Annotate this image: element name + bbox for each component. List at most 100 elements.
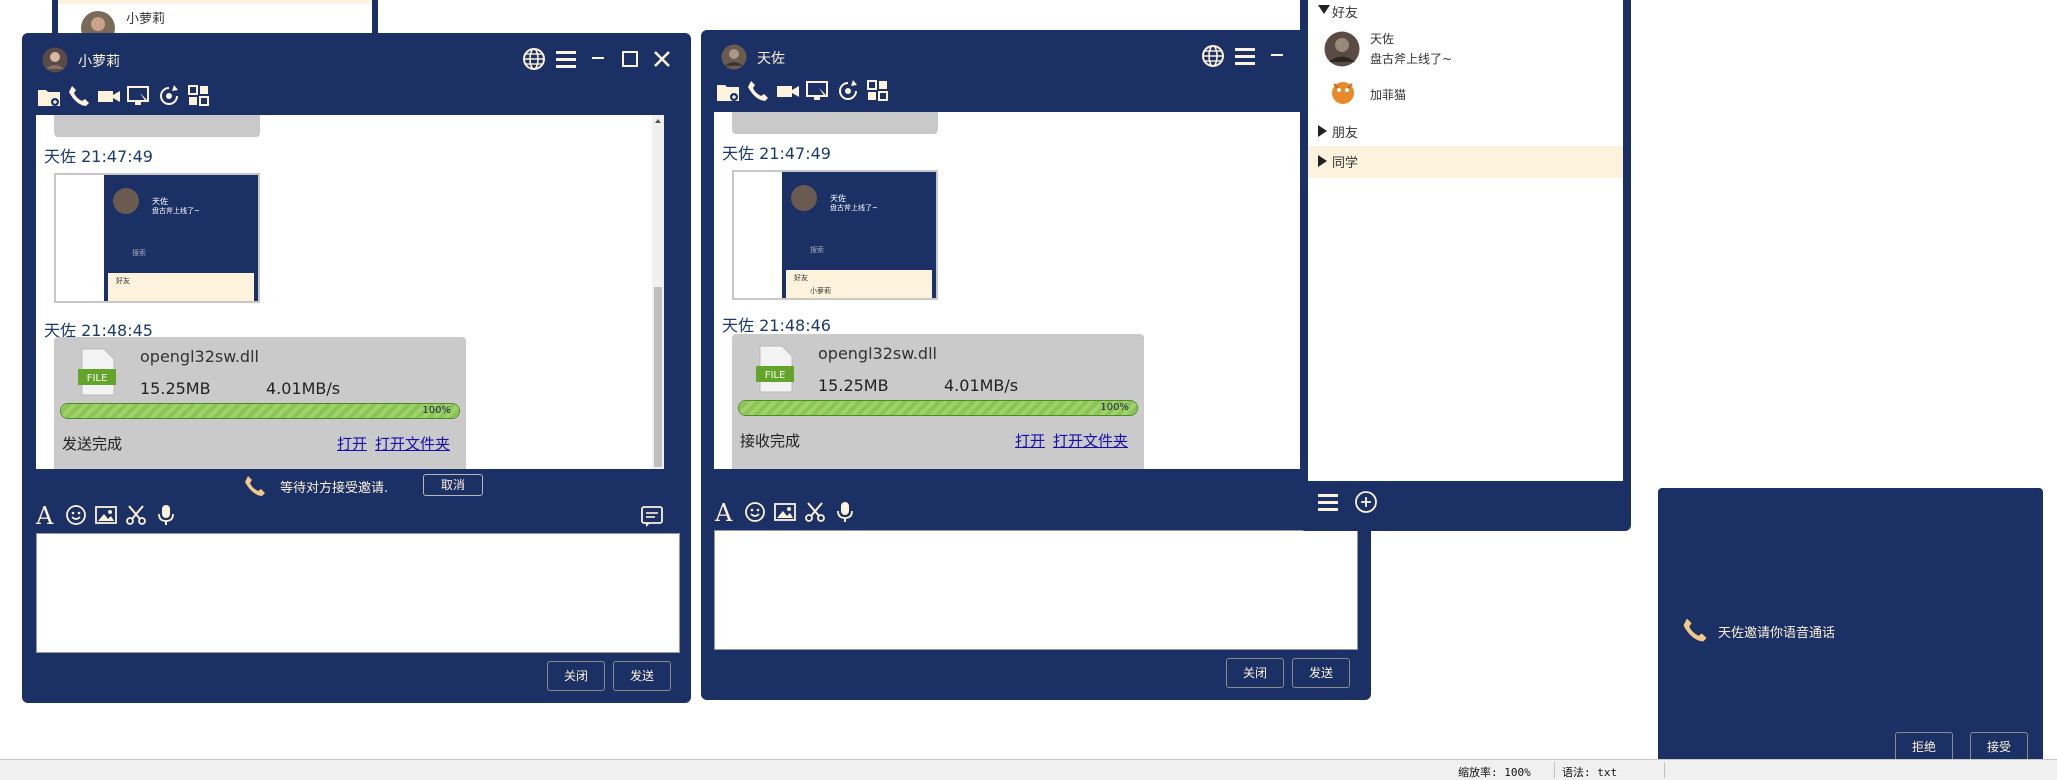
scissors-icon[interactable]	[124, 503, 148, 527]
message-history-icon[interactable]	[640, 505, 664, 529]
emoji-icon[interactable]	[743, 500, 767, 524]
screen-share-icon[interactable]	[805, 78, 831, 104]
font-icon[interactable]: A	[713, 499, 737, 527]
title-bar[interactable]: 天佐	[701, 30, 1371, 82]
apps-icon[interactable]	[186, 83, 212, 109]
friend-signature: 盘古斧上线了~	[1370, 52, 1453, 66]
accept-button[interactable]: 接受	[1970, 732, 2028, 762]
image-icon[interactable]	[94, 503, 118, 527]
file-size: 15.25MB	[140, 379, 211, 398]
message-area: 天佐 21:47:49 天佐 盘古斧上线了~ 搜索 好友 天佐 21:48:45…	[36, 115, 664, 469]
remote-icon[interactable]	[835, 78, 861, 104]
previous-image	[54, 115, 260, 137]
thumb-name: 天佐	[152, 197, 168, 206]
file-name: opengl32sw.dll	[818, 344, 937, 363]
send-button[interactable]: 发送	[1292, 658, 1350, 688]
add-icon[interactable]	[1354, 490, 1378, 514]
video-icon[interactable]	[96, 83, 122, 109]
video-icon[interactable]	[775, 78, 801, 104]
friend-item[interactable]: 加菲猫	[1308, 76, 1623, 112]
message-input[interactable]	[36, 533, 680, 653]
scroll-up-icon[interactable]	[654, 117, 662, 125]
screenshot-thumbnail[interactable]: 天佐 盘古斧上线了~ 搜索 好友 小萝莉	[732, 170, 938, 300]
window-title: 小萝莉	[78, 54, 120, 70]
folder-icon[interactable]	[36, 83, 62, 109]
microphone-icon[interactable]	[154, 503, 178, 527]
scrollbar[interactable]	[652, 115, 664, 469]
group-name: 同学	[1332, 156, 1359, 171]
remote-icon[interactable]	[156, 83, 182, 109]
globe-icon[interactable]	[1201, 44, 1225, 68]
message-input[interactable]	[714, 530, 1358, 650]
thumb-contact: 小萝莉	[810, 287, 831, 295]
emoji-icon[interactable]	[64, 503, 88, 527]
avatar	[1332, 82, 1354, 104]
minimize-icon[interactable]	[586, 47, 610, 71]
close-icon[interactable]	[650, 47, 674, 71]
folder-icon[interactable]	[715, 78, 741, 104]
group-classmates[interactable]: 同学	[1308, 146, 1623, 178]
avatar	[791, 185, 817, 211]
file-speed: 4.01MB/s	[944, 376, 1019, 395]
phone-icon	[1683, 618, 1707, 642]
open-file-link[interactable]: 打开	[337, 433, 367, 454]
microphone-icon[interactable]	[833, 500, 857, 524]
menu-icon[interactable]	[1316, 490, 1340, 514]
group-name: 朋友	[1332, 126, 1359, 141]
chat-window-right: 天佐 天佐 21:47:49 天佐 盘古斧上线了~ 搜索 好友 小萝莉 天佐 2…	[701, 30, 1371, 700]
close-button[interactable]: 关闭	[1226, 658, 1284, 688]
open-file-link[interactable]: 打开	[1015, 430, 1045, 451]
reject-button[interactable]: 拒绝	[1895, 732, 1953, 762]
chat-window-left: 小萝莉 天佐 21:47:49 天佐 盘古斧上线了~ 搜索 好友 天佐 21:4…	[22, 33, 691, 703]
svg-text:A: A	[35, 503, 54, 527]
phone-icon[interactable]	[745, 78, 771, 104]
progress-fill	[739, 401, 1137, 415]
thumb-group: 好友	[116, 277, 130, 285]
open-folder-link[interactable]: 打开文件夹	[375, 433, 450, 454]
friend-name: 加菲猫	[1370, 88, 1407, 102]
group-friends[interactable]: 好友	[1308, 0, 1623, 26]
screen-share-icon[interactable]	[126, 83, 152, 109]
message-area: 天佐 21:47:49 天佐 盘古斧上线了~ 搜索 好友 小萝莉 天佐 21:4…	[714, 112, 1314, 469]
group-buddies[interactable]: 朋友	[1308, 116, 1623, 146]
apps-icon[interactable]	[865, 78, 891, 104]
minimize-icon[interactable]	[1265, 44, 1289, 68]
image-icon[interactable]	[773, 500, 797, 524]
send-button[interactable]: 发送	[613, 661, 671, 691]
avatar	[721, 44, 747, 70]
globe-icon[interactable]	[522, 47, 546, 71]
menu-icon[interactable]	[1233, 44, 1257, 68]
file-transfer-card: FILE opengl32sw.dll 15.25MB 4.01MB/s 100…	[732, 334, 1144, 469]
scroll-thumb[interactable]	[654, 287, 662, 467]
avatar	[1324, 31, 1360, 67]
maximize-icon[interactable]	[618, 47, 642, 71]
friend-item[interactable]: 天佐 盘古斧上线了~	[1308, 26, 1623, 72]
file-badge: FILE	[87, 373, 108, 384]
thumb-group: 好友	[794, 274, 808, 282]
progress-label: 100%	[422, 405, 451, 416]
screenshot-thumbnail[interactable]: 天佐 盘古斧上线了~ 搜索 好友	[54, 173, 260, 303]
cancel-call-button[interactable]: 取消	[423, 474, 483, 496]
call-status-text: 等待对方接受邀请.	[280, 481, 389, 496]
close-button[interactable]: 关闭	[547, 661, 605, 691]
phone-icon[interactable]	[66, 83, 92, 109]
font-icon[interactable]: A	[34, 502, 58, 530]
transfer-status: 发送完成	[62, 435, 123, 453]
file-transfer-card: FILE opengl32sw.dll 15.25MB 4.01MB/s 100…	[54, 337, 466, 469]
file-badge: FILE	[765, 370, 786, 381]
progress-fill	[61, 404, 459, 418]
menu-icon[interactable]	[554, 47, 578, 71]
open-folder-link[interactable]: 打开文件夹	[1053, 430, 1128, 451]
syntax-mode: 语法: txt	[1562, 766, 1618, 779]
thumb-search: 搜索	[132, 249, 146, 257]
collapsed-arrow-icon	[1318, 155, 1327, 167]
title-bar[interactable]: 小萝莉	[22, 33, 691, 85]
scissors-icon[interactable]	[803, 500, 827, 524]
friend-name: 天佐	[1370, 32, 1395, 46]
zoom-level: 缩放率: 100%	[1458, 766, 1531, 779]
avatar	[113, 188, 139, 214]
phone-icon	[245, 476, 265, 496]
thumb-signature: 盘古斧上线了~	[152, 207, 200, 215]
file-name: opengl32sw.dll	[140, 347, 259, 366]
voice-call-invite: 天佐邀请你语音通话 拒绝 接受	[1658, 488, 2043, 773]
